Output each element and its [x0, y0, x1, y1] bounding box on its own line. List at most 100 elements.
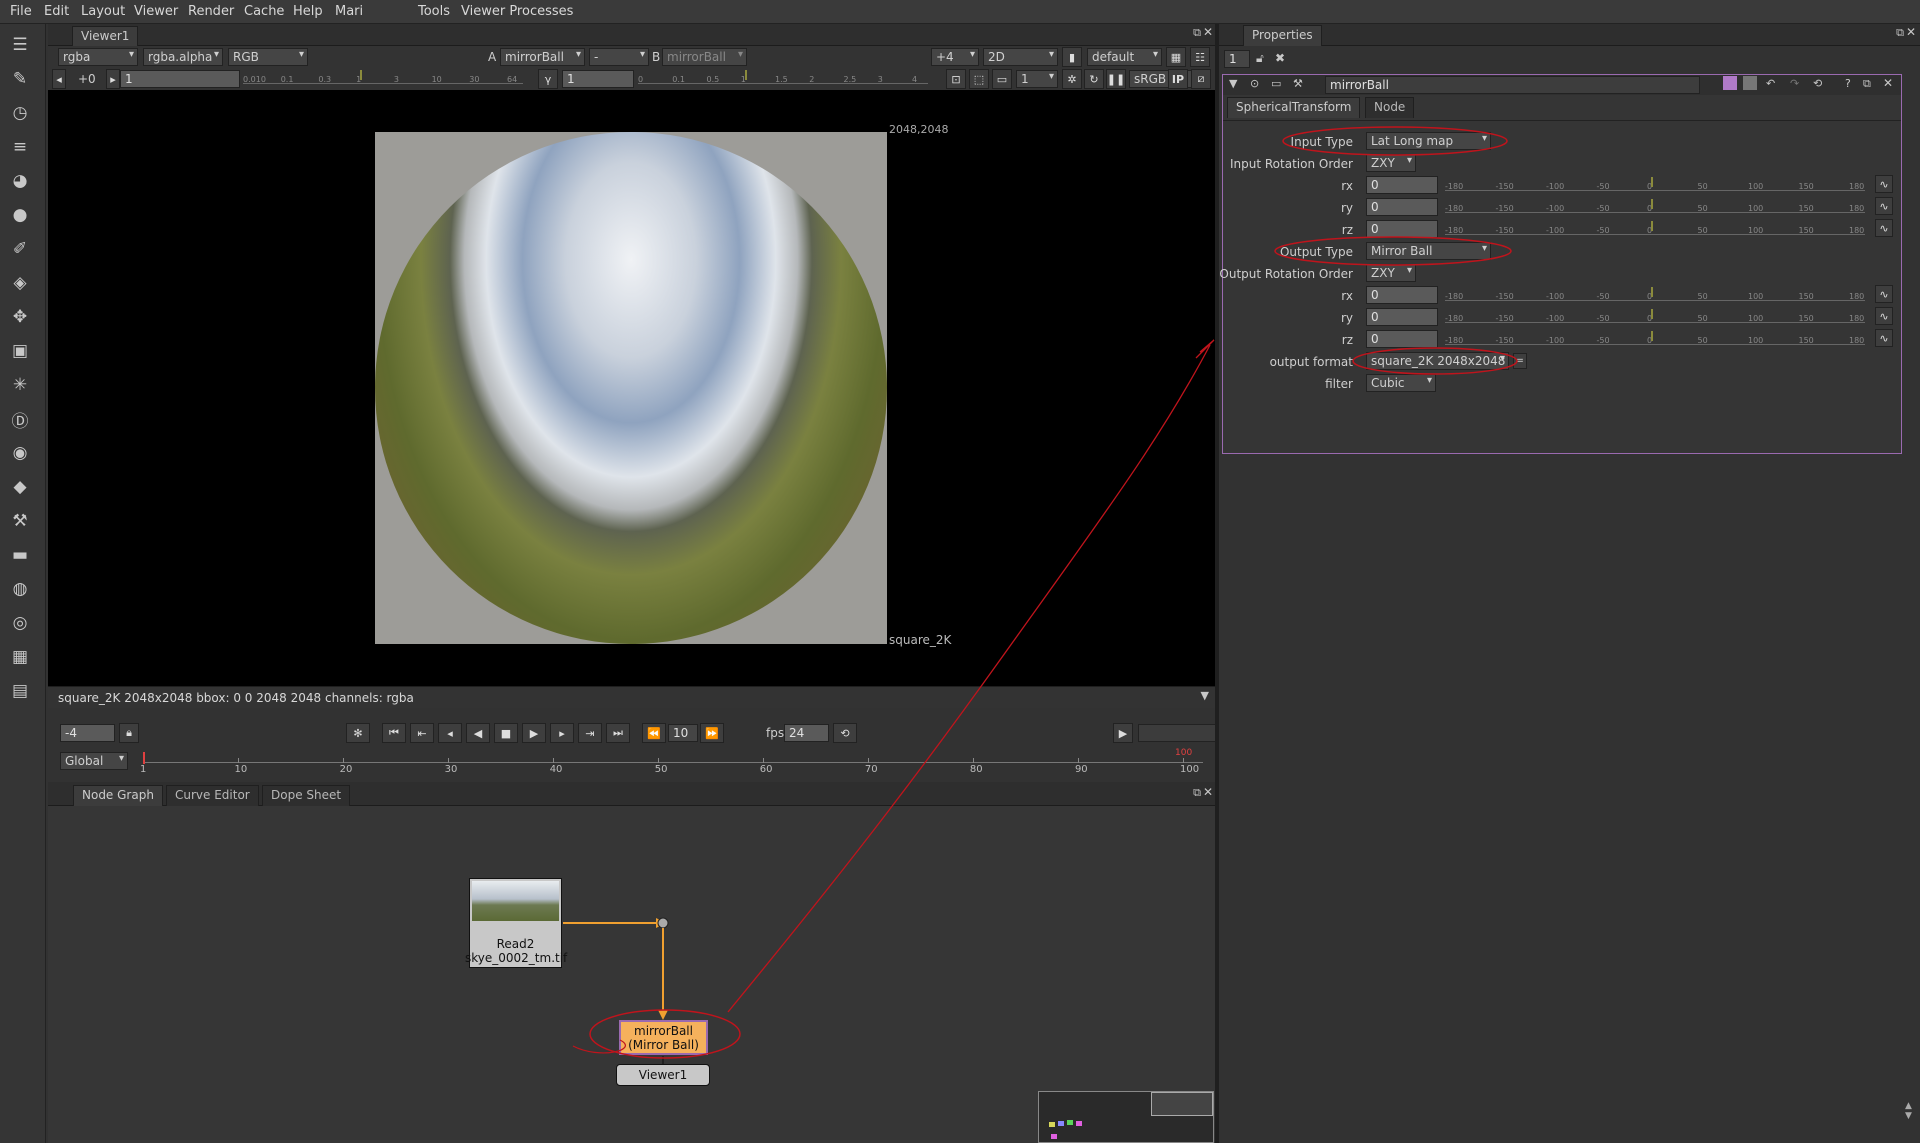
- wipe-icon[interactable]: ⧄: [1191, 69, 1211, 89]
- refresh-icon[interactable]: ↻: [1084, 69, 1104, 89]
- wrench-icon[interactable]: ⚒: [1293, 77, 1303, 90]
- metadata-tag-icon[interactable]: ◆: [7, 474, 33, 500]
- toolsets-wrench-icon[interactable]: ⚒: [7, 508, 33, 534]
- last-frame-icon[interactable]: ⏭: [606, 723, 630, 743]
- color-wheel-icon[interactable]: ◕: [7, 168, 33, 194]
- viewer-node[interactable]: Viewer1: [616, 1064, 710, 1086]
- play-forward-icon[interactable]: ▶: [522, 723, 546, 743]
- menu-file[interactable]: File: [10, 4, 32, 19]
- channels-dropdown[interactable]: rgba: [58, 48, 138, 66]
- play-backward-icon[interactable]: ◀: [466, 723, 490, 743]
- slider-handle[interactable]: [1651, 199, 1653, 209]
- menu-viewer-processes[interactable]: Viewer Processes: [461, 4, 573, 19]
- prev-keyframe-icon[interactable]: ⇤: [410, 723, 434, 743]
- panel-close-icon[interactable]: ✕: [1883, 76, 1893, 90]
- tab-viewer1[interactable]: Viewer1: [72, 26, 139, 47]
- proxy-dropdown[interactable]: 1: [1016, 70, 1058, 88]
- slider-handle[interactable]: [1651, 309, 1653, 319]
- filter-dropdown[interactable]: Cubic: [1366, 374, 1436, 392]
- menu-tools[interactable]: Tools: [418, 4, 450, 19]
- snowflake-icon[interactable]: ✻: [346, 723, 370, 743]
- filter-pen-icon[interactable]: ✐: [7, 236, 33, 262]
- gain-right-arrow-icon[interactable]: ▸: [106, 69, 120, 89]
- pause-render-icon[interactable]: ✲: [1062, 69, 1082, 89]
- output-rx-curve-icon[interactable]: ∿: [1875, 285, 1893, 303]
- output-rz-field[interactable]: 0: [1366, 330, 1438, 348]
- output-rx-field[interactable]: 0: [1366, 286, 1438, 304]
- deep-icon[interactable]: Ⓓ: [7, 406, 33, 432]
- tab-dope-sheet[interactable]: Dope Sheet: [262, 785, 351, 806]
- mask-overlay-icon[interactable]: ▦: [1166, 47, 1186, 67]
- timeline-end-marker[interactable]: 100: [1175, 748, 1192, 758]
- layers-icon[interactable]: ◈: [7, 270, 33, 296]
- nodegraph-close-icon[interactable]: ✕: [1203, 785, 1213, 799]
- camera-icon[interactable]: ▮: [1062, 47, 1082, 67]
- ocula-icon[interactable]: ◎: [7, 610, 33, 636]
- output-rx-slider[interactable]: -180 -150 -100 -50 0 50 100 150 180: [1445, 287, 1865, 301]
- menu-help[interactable]: Help: [293, 4, 323, 19]
- particles-icon[interactable]: ✳: [7, 372, 33, 398]
- gain-field[interactable]: 1: [120, 70, 240, 88]
- a-extra-dropdown[interactable]: -: [589, 48, 649, 66]
- slider-handle[interactable]: [1651, 177, 1653, 187]
- redo-icon[interactable]: ↷: [1790, 77, 1799, 90]
- gamma-field[interactable]: 1: [562, 70, 634, 88]
- roi-icon[interactable]: ⊡: [946, 69, 966, 89]
- output-ry-curve-icon[interactable]: ∿: [1875, 307, 1893, 325]
- input-rx-slider[interactable]: -180 -150 -100 -50 0 50 100 150 180: [1445, 177, 1865, 191]
- first-frame-icon[interactable]: ⏮: [382, 723, 406, 743]
- lut-default-dropdown[interactable]: default: [1087, 48, 1162, 66]
- slider-handle[interactable]: [360, 70, 363, 80]
- loop-icon[interactable]: ⟲: [833, 723, 857, 743]
- timeline-scope-dropdown[interactable]: Global: [60, 752, 128, 770]
- help-button[interactable]: ?: [1845, 77, 1851, 90]
- input-rx-field[interactable]: 0: [1366, 176, 1438, 194]
- revert-icon[interactable]: ⟲: [1813, 77, 1822, 90]
- max-panels-field[interactable]: 1: [1224, 50, 1250, 68]
- nodegraph-canvas[interactable]: Read2 skye_0002_tm.tif mirrorBall (Mirro…: [48, 806, 1215, 1143]
- circle-icon[interactable]: ●: [7, 202, 33, 228]
- menu-cache[interactable]: Cache: [244, 4, 284, 19]
- timeline-playhead[interactable]: [143, 752, 145, 764]
- frame-step-field[interactable]: 10: [668, 724, 698, 742]
- input-ry-slider[interactable]: -180 -150 -100 -50 0 50 100 150 180: [1445, 199, 1865, 213]
- output-rotation-order-dropdown[interactable]: ZXY: [1366, 264, 1416, 282]
- gain-left-arrow-icon[interactable]: ◂: [52, 69, 66, 89]
- prev-frame-icon[interactable]: ◂: [438, 723, 462, 743]
- menu-lines-icon[interactable]: ☰: [7, 32, 33, 58]
- properties-scroll-arrows[interactable]: ▲ ▼: [1905, 1101, 1917, 1141]
- output-rz-slider[interactable]: -180 -150 -100 -50 0 50 100 150 180: [1445, 331, 1865, 345]
- menu-mari[interactable]: Mari: [335, 4, 363, 19]
- next-frame-icon[interactable]: ▸: [550, 723, 574, 743]
- gain-slider[interactable]: 0.010 0.1 0.3 1 3 10 30 64: [243, 70, 523, 84]
- gl-color-swatch[interactable]: [1743, 76, 1757, 90]
- lock-panels-icon[interactable]: 🔓︎: [1256, 51, 1264, 66]
- tab-node-graph[interactable]: Node Graph: [73, 785, 163, 806]
- close-icon[interactable]: ✕: [1203, 25, 1213, 39]
- node-name-field[interactable]: mirrorBall: [1325, 76, 1700, 94]
- tab-node[interactable]: Node: [1365, 97, 1415, 118]
- slider-handle[interactable]: [744, 70, 747, 80]
- tab-curve-editor[interactable]: Curve Editor: [166, 785, 259, 806]
- output-format-dropdown[interactable]: square_2K 2048x2048: [1366, 352, 1509, 370]
- read-node[interactable]: Read2 skye_0002_tm.tif: [465, 878, 567, 968]
- windows-icon[interactable]: ▦: [7, 644, 33, 670]
- slider-handle[interactable]: [1651, 287, 1653, 297]
- zoom-dropdown[interactable]: +4: [931, 48, 979, 66]
- gamma-button[interactable]: γ: [538, 69, 558, 89]
- clear-panels-icon[interactable]: ✖: [1275, 51, 1285, 65]
- furnace-icon[interactable]: ◍: [7, 576, 33, 602]
- center-node-icon[interactable]: ▭: [1271, 77, 1281, 90]
- skip-forward-icon[interactable]: ⏩: [700, 723, 724, 743]
- properties-float-icon[interactable]: ⧉: [1896, 26, 1904, 40]
- transform-arrows-icon[interactable]: ✥: [7, 304, 33, 330]
- panel-icon[interactable]: ▤: [7, 678, 33, 704]
- other-icon[interactable]: ▬: [7, 542, 33, 568]
- flipbook-icon[interactable]: ▶: [1113, 723, 1133, 743]
- gamma-slider[interactable]: 0 0.1 0.5 1 1.5 2 2.5 3 4: [638, 70, 928, 84]
- mirrorball-node[interactable]: mirrorBall (Mirror Ball): [619, 1020, 708, 1055]
- menu-edit[interactable]: Edit: [44, 4, 69, 19]
- alpha-dropdown[interactable]: rgba.alpha: [143, 48, 223, 66]
- proxy-icon[interactable]: ▭: [992, 69, 1012, 89]
- input-type-dropdown[interactable]: Lat Long map: [1366, 132, 1491, 150]
